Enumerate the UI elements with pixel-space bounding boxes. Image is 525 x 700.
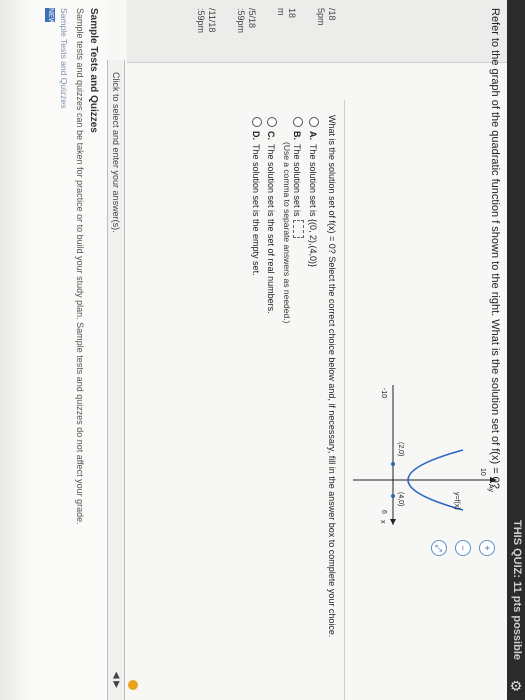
due-date: :59pm [236, 8, 246, 34]
choice-a[interactable]: A. The solution set is {(0, 2),(4,0)} [308, 117, 319, 267]
due-date: 18 [287, 8, 297, 19]
sample-tests-link[interactable]: Sample Tests and Quizzes [59, 8, 69, 108]
due-date: m [276, 8, 286, 16]
function-label: y=f(x) [453, 492, 460, 510]
assignment-sidebar: /18 5pm 18 m /5/18 :59pm /11/18 :59pm [127, 0, 507, 63]
click-instruction: Click to select and enter your answer(s)… [111, 72, 121, 233]
answer-bar: Click to select and enter your answer(s)… [107, 60, 138, 700]
choice-text: The solution set is the empty set. [251, 144, 261, 276]
help-icon[interactable] [128, 680, 138, 690]
choice-letter: B. [292, 131, 302, 140]
choice-text: The solution set is the set of real numb… [266, 144, 276, 314]
choice-letter: D. [251, 131, 261, 140]
nav-arrows[interactable]: ◀ ▶ [111, 672, 122, 688]
top-bar: THIS QUIZ: 11 pts possible ⚙ [507, 0, 525, 700]
choice-b[interactable]: B. The solution set is [292, 117, 304, 238]
due-date: :59pm [196, 8, 206, 34]
x-axis-label: x [379, 520, 386, 524]
y-tick-top: 10 [479, 468, 486, 476]
radio-button[interactable] [309, 117, 319, 127]
graph-tools: + − ⤢ [423, 540, 495, 556]
x-tick-left: -10 [380, 388, 387, 398]
quiz-screen: THIS QUIZ: 11 pts possible ⚙ /18 5pm 18 … [0, 0, 525, 700]
question-text: What is the solution set of f(x) = 0? Se… [327, 115, 337, 638]
footer: Sample Tests and Quizzes Sample tests an… [0, 0, 107, 700]
radio-button[interactable] [252, 117, 262, 127]
choice-text: The solution set is [292, 144, 302, 217]
footer-title: Sample Tests and Quizzes [88, 8, 99, 133]
choice-c[interactable]: C. The solution set is the set of real nu… [266, 117, 277, 314]
point-label: (4,0) [397, 492, 404, 506]
radio-button[interactable] [293, 117, 303, 127]
y-axis-label: Ay [487, 484, 494, 493]
zoom-out-icon[interactable]: − [455, 540, 471, 556]
gear-icon[interactable]: ⚙ [507, 679, 524, 692]
due-date: /11/18 [207, 8, 217, 33]
choice-b-note: (Use a comma to separate answers as need… [282, 142, 292, 324]
choice-letter: C. [266, 131, 276, 140]
quiz-title: THIS QUIZ: 11 pts possible [511, 520, 523, 660]
choice-letter: A. [308, 131, 318, 140]
due-date: 5pm [316, 8, 326, 26]
footer-fade [0, 0, 32, 700]
radio-button[interactable] [267, 117, 277, 127]
point-label: (2,0) [397, 442, 404, 456]
expand-icon[interactable]: ⤢ [431, 540, 447, 556]
choice-d[interactable]: D. The solution set is the empty set. [251, 117, 262, 276]
choice-text: The solution set is {(0, 2),(4,0)} [308, 144, 318, 268]
new-badge: NEW [45, 8, 55, 25]
footer-description: Sample tests and quizzes can be taken fo… [75, 8, 85, 525]
due-date: /18 [327, 8, 337, 21]
answer-box[interactable] [293, 219, 304, 238]
divider [344, 100, 345, 700]
due-date: /5/18 [247, 8, 257, 29]
zoom-in-icon[interactable]: + [479, 540, 495, 556]
x-tick-right: 6 [380, 510, 387, 514]
quadratic-graph: Ay x 10 -10 6 y=f(x) (2,0) (4,0) [348, 380, 503, 530]
